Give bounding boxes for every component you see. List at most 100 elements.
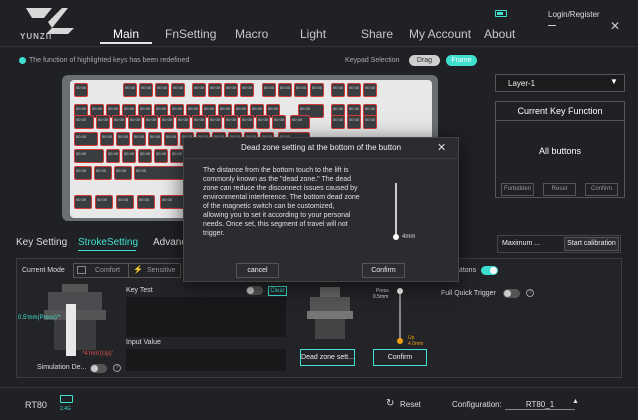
tab-about[interactable]: About — [484, 27, 515, 41]
minimize-icon[interactable] — [548, 25, 556, 26]
dialog-cancel-button[interactable]: cancel — [236, 263, 279, 278]
tab-key-setting[interactable]: Key Setting — [16, 237, 67, 248]
keyboard-key[interactable]: 00 00 — [137, 195, 155, 209]
keyboard-key[interactable]: 00 00 — [224, 115, 238, 129]
keyboard-key[interactable]: 00 00 — [192, 115, 206, 129]
login-register-link[interactable]: Login/Register — [548, 10, 600, 19]
input-value-field[interactable] — [126, 349, 286, 371]
keyboard-key[interactable]: 00 00 — [116, 195, 134, 209]
tab-share[interactable]: Share — [361, 27, 393, 41]
sensitive-mode-button[interactable]: Sensitive — [147, 267, 175, 274]
keyboard-key[interactable]: 00 00 — [114, 166, 132, 180]
keyboard-key[interactable]: 00 00 — [164, 132, 178, 146]
keyboard-key[interactable]: 00 00 — [96, 115, 110, 129]
keyboard-key[interactable]: 00 00 — [272, 115, 286, 129]
tab-main[interactable]: Main — [113, 27, 139, 41]
keyboard-key[interactable]: 00 00 — [132, 132, 146, 146]
frame-mode-button[interactable]: Frame — [446, 55, 477, 66]
all-buttons-toggle[interactable] — [481, 266, 498, 275]
keyboard-key[interactable]: 00 00 — [74, 132, 98, 146]
keyboard-key[interactable]: 00 00 — [74, 83, 88, 97]
keyboard-key[interactable]: 00 00 — [139, 83, 153, 97]
keyboard-key[interactable]: 00 00 — [138, 149, 152, 163]
keyboard-key[interactable]: 00 00 — [176, 115, 190, 129]
dead-zone-value: 4mm — [402, 234, 416, 240]
reset-key-button[interactable]: Reset — [543, 183, 576, 196]
press-handle[interactable] — [397, 288, 403, 294]
drag-mode-button[interactable]: Drag — [409, 55, 440, 66]
keyboard-key[interactable]: 00 00 — [208, 83, 222, 97]
tab-stroke-setting[interactable]: StrokeSetting — [78, 237, 138, 248]
help-icon[interactable]: ? — [113, 364, 121, 372]
simulation-label: Simulation De... — [37, 364, 87, 371]
maximum-select[interactable]: Maximum ... — [502, 240, 540, 247]
clear-button[interactable]: Clear — [268, 286, 287, 296]
close-icon[interactable]: ✕ — [437, 141, 446, 154]
dialog-confirm-button[interactable]: Confirm — [362, 263, 405, 278]
keyboard-key[interactable]: 00 00 — [123, 83, 137, 97]
keyboard-key[interactable]: 00 00 — [363, 83, 377, 97]
keyboard-key[interactable]: 00 00 — [74, 195, 92, 209]
tab-light[interactable]: Light — [300, 27, 326, 41]
keyboard-key[interactable]: 00 00 — [347, 115, 361, 129]
keyboard-key[interactable]: 00 00 — [128, 115, 142, 129]
forbidden-button[interactable]: Forbidden — [501, 183, 534, 196]
tab-fnsetting[interactable]: FnSetting — [165, 27, 216, 41]
key-test-area[interactable] — [126, 297, 286, 337]
keyboard-key[interactable]: 00 00 — [171, 83, 185, 97]
dead-zone-slider-handle[interactable] — [393, 234, 399, 240]
keyboard-key[interactable]: 00 00 — [331, 115, 345, 129]
keyboard-key[interactable]: 00 00 — [192, 83, 206, 97]
keyboard-key[interactable]: 00 00 — [331, 83, 345, 97]
configuration-select[interactable]: RT80_1 — [505, 400, 575, 410]
keyboard-key[interactable]: 00 00 — [100, 132, 114, 146]
keyboard-key[interactable]: 00 00 — [170, 149, 184, 163]
keyboard-key[interactable]: 00 00 — [262, 83, 276, 97]
keyboard-key[interactable]: 00 00 — [363, 115, 377, 129]
keyboard-key[interactable]: 00 00 — [160, 115, 174, 129]
keyboard-key[interactable]: 00 00 — [240, 115, 254, 129]
full-quick-trigger-toggle[interactable] — [503, 289, 520, 298]
keyboard-key[interactable]: 00 00 — [290, 115, 310, 129]
keyboard-key[interactable]: 00 00 — [240, 83, 254, 97]
keyboard-key[interactable]: 00 00 — [155, 83, 169, 97]
close-window-icon[interactable]: ✕ — [610, 19, 620, 33]
up-handle[interactable] — [397, 338, 403, 344]
keyboard-key[interactable]: 00 00 — [95, 195, 113, 209]
start-calibration-button[interactable]: Start calibration — [564, 237, 619, 251]
keyboard-key[interactable]: 00 00 — [112, 115, 126, 129]
keyboard-key[interactable]: 00 00 — [224, 83, 238, 97]
keyboard-key[interactable]: 00 00 — [74, 115, 94, 129]
dead-zone-setting-button[interactable]: Dead zone sett... — [300, 349, 355, 366]
keyboard-key[interactable]: 00 00 — [347, 83, 361, 97]
keyboard-key[interactable]: 00 00 — [310, 83, 324, 97]
keyboard-key[interactable]: 00 00 — [74, 149, 104, 163]
key-test-toggle[interactable] — [246, 286, 263, 295]
chevron-down-icon[interactable]: ▼ — [610, 77, 618, 86]
keyboard-key[interactable]: 00 00 — [256, 115, 270, 129]
keyboard-key[interactable]: 00 00 — [122, 149, 136, 163]
confirm-key-button[interactable]: Confirm — [585, 183, 618, 196]
stroke-confirm-button[interactable]: Confirm — [373, 349, 427, 366]
caret-up-icon[interactable]: ▲ — [572, 398, 579, 405]
keyboard-key[interactable]: 00 00 — [278, 83, 292, 97]
simulation-toggle[interactable] — [90, 364, 107, 373]
keyboard-key[interactable]: 00 00 — [208, 115, 222, 129]
help-icon[interactable]: ? — [526, 289, 534, 297]
tab-advanced[interactable]: Advanc — [153, 237, 186, 248]
keyboard-key[interactable]: 00 00 — [148, 132, 162, 146]
keyboard-key[interactable]: 00 00 — [106, 149, 120, 163]
dead-zone-slider-track[interactable] — [395, 183, 397, 238]
reset-icon[interactable]: ↻ — [386, 398, 394, 409]
comfort-mode-button[interactable]: Comfort — [95, 267, 120, 274]
tab-my-account[interactable]: My Account — [409, 27, 471, 41]
layer-select[interactable]: Layer-1 — [495, 74, 625, 92]
keyboard-key[interactable]: 00 00 — [116, 132, 130, 146]
keyboard-key[interactable]: 00 00 — [144, 115, 158, 129]
reset-button[interactable]: Reset — [400, 400, 421, 409]
tab-macro[interactable]: Macro — [235, 27, 268, 41]
keyboard-key[interactable]: 00 00 — [294, 83, 308, 97]
keyboard-key[interactable]: 00 00 — [74, 166, 92, 180]
keyboard-key[interactable]: 00 00 — [154, 149, 168, 163]
keyboard-key[interactable]: 00 00 — [94, 166, 112, 180]
